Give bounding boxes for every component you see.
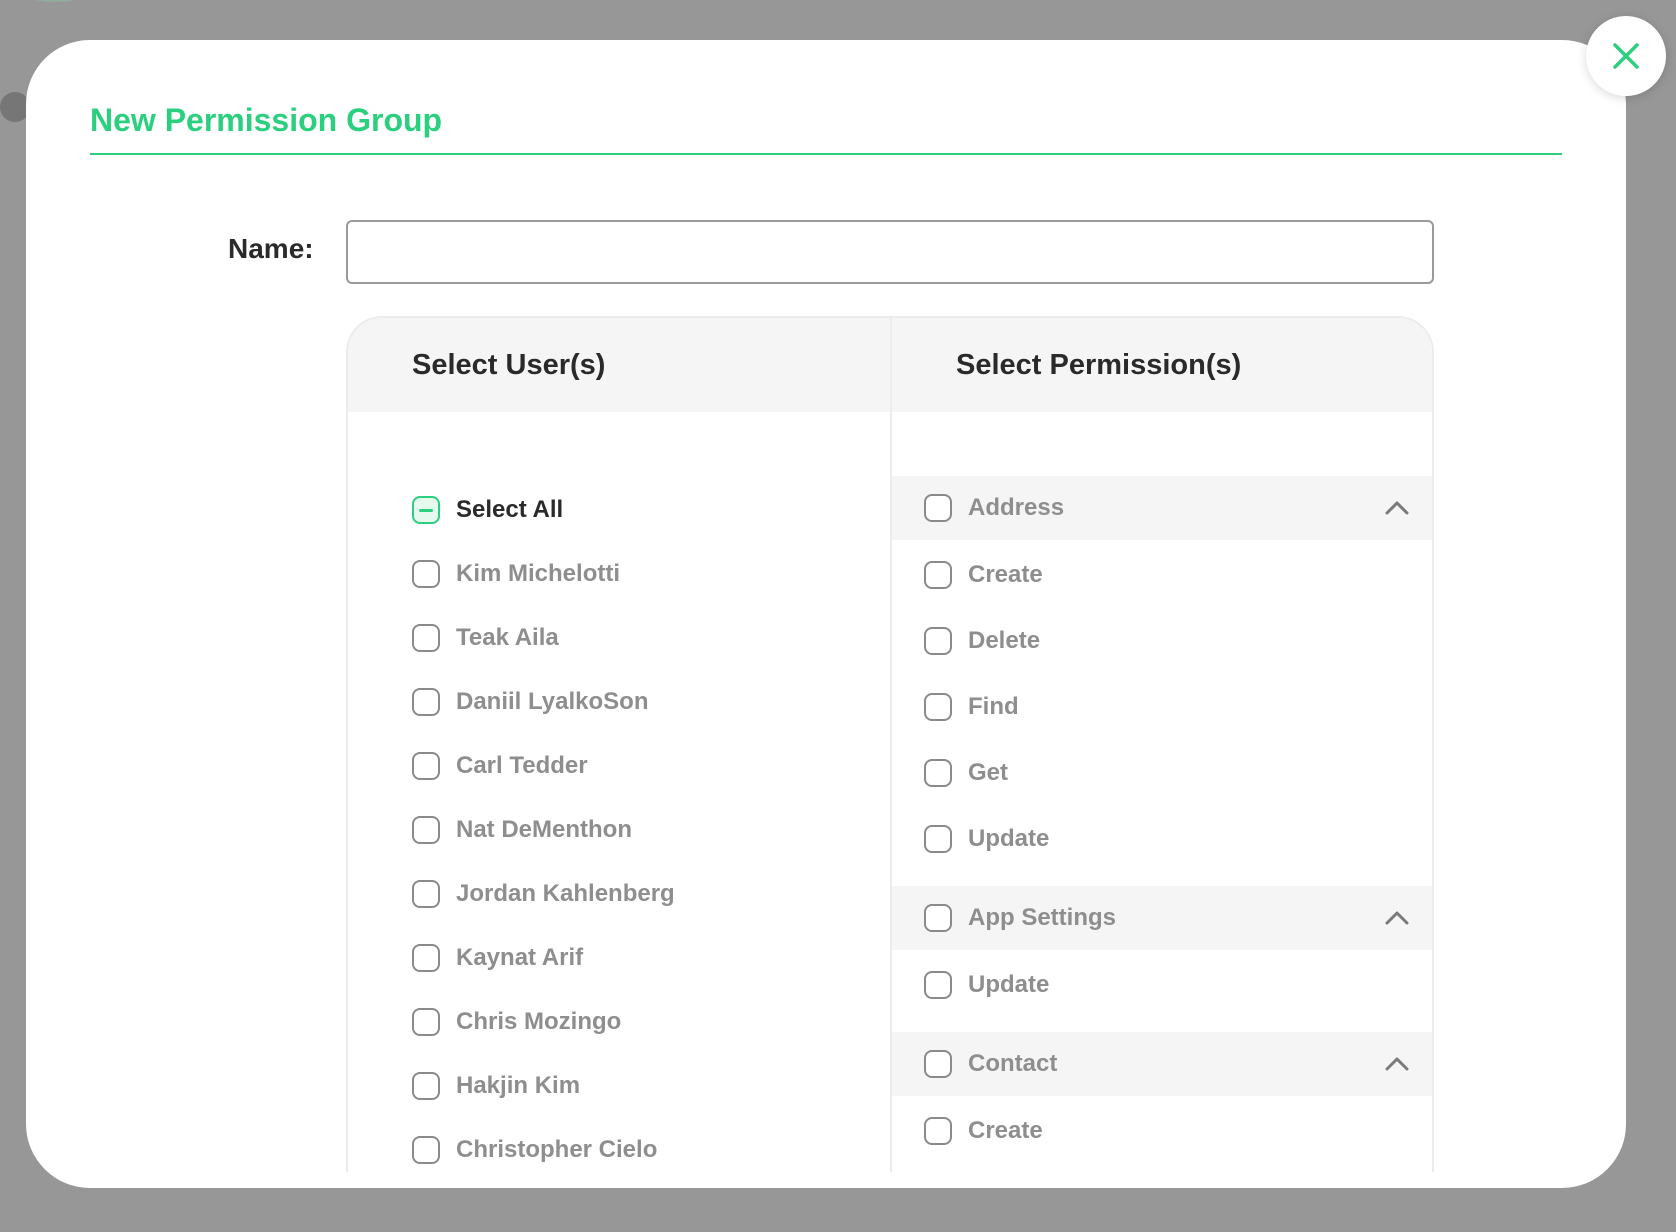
permission-group-items: Create	[892, 1096, 1432, 1172]
permission-checkbox[interactable]	[924, 759, 952, 787]
permissions-column[interactable]: Select Permission(s) Address Create Delete…	[892, 318, 1432, 1172]
user-name: Teak Aila	[456, 624, 559, 651]
permission-name: Create	[968, 561, 1043, 588]
select-all-checkbox[interactable]	[412, 496, 440, 524]
chevron-up-icon[interactable]	[1384, 1054, 1410, 1074]
user-row[interactable]: Chris Mozingo	[412, 990, 890, 1054]
permission-checkbox[interactable]	[924, 825, 952, 853]
user-row[interactable]: Teak Aila	[412, 606, 890, 670]
modal-title: New Permission Group	[90, 102, 443, 138]
user-name: Nat DeMenthon	[456, 816, 632, 843]
users-column-header: Select User(s)	[348, 318, 890, 412]
name-label: Name:	[228, 233, 314, 264]
permissions-column-header: Select Permission(s)	[892, 318, 1432, 412]
background-app-element	[20, 0, 90, 2]
user-checkbox[interactable]	[412, 944, 440, 972]
user-checkbox[interactable]	[412, 688, 440, 716]
user-row[interactable]: Daniil LyalkoSon	[412, 670, 890, 734]
user-checkbox[interactable]	[412, 624, 440, 652]
permission-group-items: Create Delete Find Get Update	[892, 540, 1432, 886]
user-checkbox[interactable]	[412, 1072, 440, 1100]
permission-group-row[interactable]: App Settings	[892, 886, 1432, 950]
user-name: Jordan Kahlenberg	[456, 880, 675, 907]
close-icon	[1613, 43, 1639, 69]
permission-name: Find	[968, 693, 1019, 720]
permission-group-checkbox[interactable]	[924, 904, 952, 932]
permission-row[interactable]: Create	[892, 542, 1432, 608]
user-row[interactable]: Kaynat Arif	[412, 926, 890, 990]
permission-row[interactable]: Get	[892, 740, 1432, 806]
select-all-row[interactable]: Select All	[412, 478, 890, 542]
permission-checkbox[interactable]	[924, 561, 952, 589]
user-checkbox[interactable]	[412, 1008, 440, 1036]
permission-checkbox[interactable]	[924, 1117, 952, 1145]
permission-checkbox[interactable]	[924, 693, 952, 721]
user-checkbox[interactable]	[412, 1136, 440, 1164]
close-button[interactable]	[1586, 16, 1666, 96]
user-checkbox[interactable]	[412, 560, 440, 588]
permission-group-row[interactable]: Address	[892, 476, 1432, 540]
permission-checkbox[interactable]	[924, 971, 952, 999]
user-checkbox[interactable]	[412, 880, 440, 908]
user-row[interactable]: Jordan Kahlenberg	[412, 862, 890, 926]
name-input[interactable]	[346, 220, 1434, 284]
permission-group-checkbox[interactable]	[924, 1050, 952, 1078]
user-name: Christopher Cielo	[456, 1136, 658, 1163]
chevron-up-icon[interactable]	[1384, 498, 1410, 518]
user-row[interactable]: Carl Tedder	[412, 734, 890, 798]
permission-group-name: Address	[968, 494, 1065, 521]
user-checkbox[interactable]	[412, 752, 440, 780]
permission-group-row[interactable]: Contact	[892, 1032, 1432, 1096]
permission-name: Update	[968, 971, 1050, 998]
user-name: Daniil LyalkoSon	[456, 688, 649, 715]
user-list: Select All Kim Michelotti Teak Aila Daniil…	[412, 478, 890, 1172]
user-name: Chris Mozingo	[456, 1008, 622, 1035]
permission-group-modal: New Permission Group Name: Select User(s…	[26, 40, 1626, 1188]
permission-group-name: App Settings	[968, 904, 1116, 931]
minus-icon	[419, 508, 433, 512]
users-column[interactable]: Select User(s) Select All Kim Michelotti…	[348, 318, 892, 1172]
user-row[interactable]: Hakjin Kim	[412, 1054, 890, 1118]
permission-group-checkbox[interactable]	[924, 494, 952, 522]
permission-name: Get	[968, 759, 1009, 786]
user-name: Kim Michelotti	[456, 560, 621, 587]
chevron-up-icon[interactable]	[1384, 908, 1410, 928]
permission-row[interactable]: Update	[892, 806, 1432, 872]
title-divider	[90, 153, 1562, 155]
permission-group-name: Contact	[968, 1050, 1058, 1077]
user-row[interactable]: Kim Michelotti	[412, 542, 890, 606]
user-name: Hakjin Kim	[456, 1072, 581, 1099]
permission-name: Delete	[968, 627, 1041, 654]
permission-row[interactable]: Update	[892, 952, 1432, 1018]
permission-list: Address Create Delete Find Get Update App Sett…	[892, 476, 1432, 1172]
permission-row[interactable]: Find	[892, 674, 1432, 740]
user-name: Carl Tedder	[456, 752, 588, 779]
permission-name: Update	[968, 825, 1050, 852]
user-row[interactable]: Christopher Cielo	[412, 1118, 890, 1172]
permission-row[interactable]: Create	[892, 1098, 1432, 1164]
select-all-label: Select All	[456, 496, 564, 523]
user-name: Kaynat Arif	[456, 944, 584, 971]
permission-checkbox[interactable]	[924, 627, 952, 655]
selection-panel: Select User(s) Select All Kim Michelotti…	[346, 316, 1434, 1172]
permission-row[interactable]: Delete	[892, 608, 1432, 674]
permission-group-items: Update	[892, 950, 1432, 1032]
user-checkbox[interactable]	[412, 816, 440, 844]
user-row[interactable]: Nat DeMenthon	[412, 798, 890, 862]
permission-name: Create	[968, 1117, 1043, 1144]
